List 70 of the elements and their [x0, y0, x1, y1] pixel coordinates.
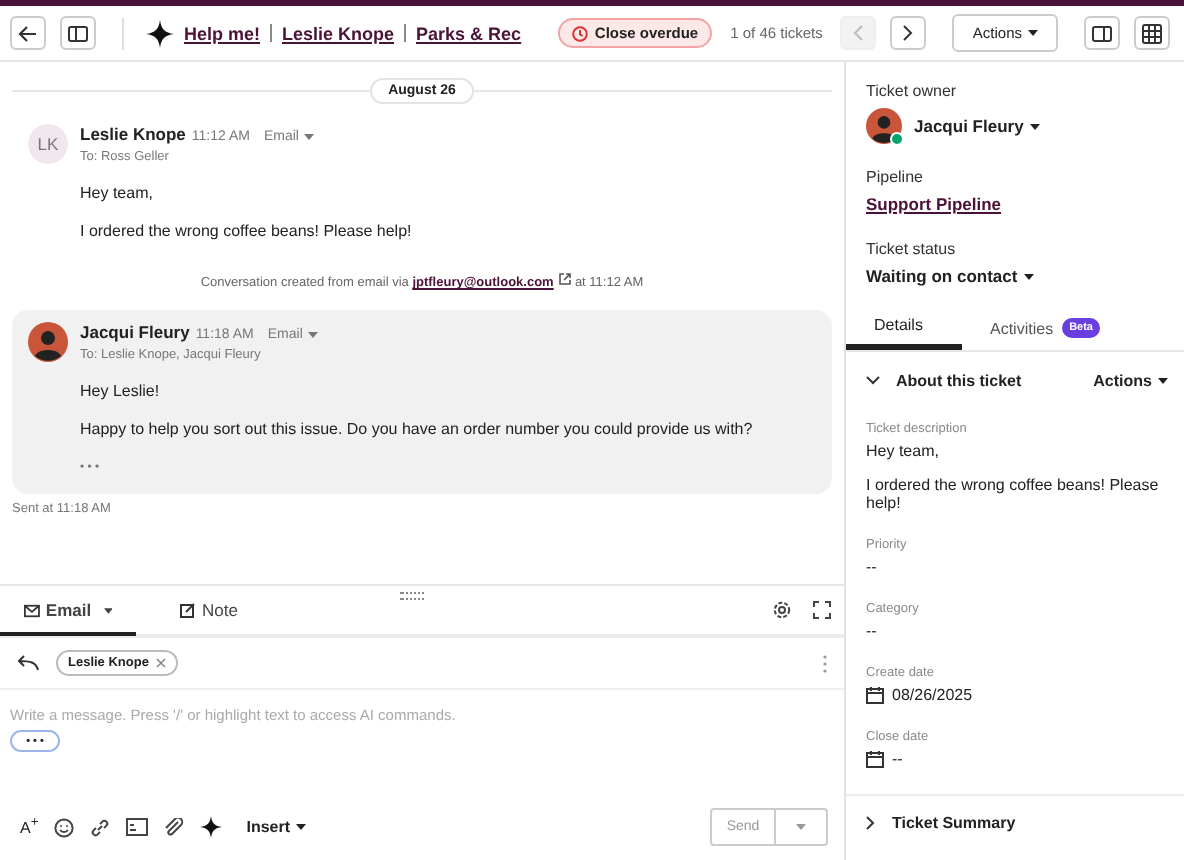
settings-icon[interactable] — [772, 600, 792, 620]
caret-icon — [796, 823, 806, 829]
field-value[interactable]: Hey team, — [866, 442, 1164, 460]
panel-toggle-button[interactable] — [1084, 16, 1120, 50]
calendar-icon — [866, 750, 884, 768]
reply-icon[interactable] — [16, 654, 40, 672]
message-text: Hey Leslie! — [80, 382, 162, 400]
sidebar-tab[interactable]: Details — [846, 306, 962, 350]
sparkle-icon — [146, 19, 174, 47]
expand-icon[interactable] — [812, 600, 832, 620]
field-value[interactable]: -- — [892, 750, 903, 768]
caret-icon — [1158, 378, 1168, 384]
grid-icon — [1142, 23, 1162, 43]
message-text: I ordered the wrong coffee beans! Please help! — [80, 222, 414, 240]
more-options-icon[interactable] — [822, 653, 828, 673]
sender-name: Jacqui Fleury — [80, 322, 190, 342]
field-value[interactable]: I ordered the wrong coffee beans! Please help! — [866, 476, 1164, 512]
breadcrumb-link[interactable]: Leslie Knope — [282, 23, 395, 43]
emoji-icon[interactable] — [54, 817, 75, 837]
chevron-left-icon — [852, 24, 865, 42]
attachment-icon[interactable] — [164, 817, 185, 837]
composer-tab[interactable]: Note — [156, 586, 262, 634]
caret-icon — [304, 134, 315, 140]
panel-icon — [68, 25, 88, 41]
caret-icon — [308, 332, 319, 338]
composer-tab[interactable]: Email — [0, 588, 136, 636]
section-title: About this ticket — [896, 372, 1022, 390]
section-title: Ticket Summary — [892, 814, 1016, 832]
field-value[interactable]: 08/26/2025 — [892, 686, 973, 704]
actions-dropdown[interactable]: Actions — [1093, 372, 1168, 390]
initials-avatar: LK — [28, 124, 68, 164]
message-text: Hey team, — [80, 184, 155, 202]
panel-icon — [1092, 25, 1112, 41]
image-icon[interactable] — [126, 818, 149, 836]
envelope-icon — [24, 603, 40, 617]
sender-name: Leslie Knope — [80, 124, 186, 144]
field-value[interactable]: -- — [866, 558, 1164, 576]
owner-dropdown[interactable]: Jacqui Fleury — [914, 116, 1040, 136]
sparkle-icon[interactable] — [200, 816, 223, 838]
chevron-down-icon[interactable] — [866, 376, 880, 386]
back-arrow-icon — [18, 23, 38, 43]
pipeline-link[interactable]: Support Pipeline — [866, 194, 1164, 214]
panel-toggle-button[interactable] — [60, 16, 96, 50]
link-icon[interactable] — [90, 817, 111, 837]
field-label: Ticket owner — [866, 82, 959, 100]
field-value[interactable]: -- — [866, 622, 1164, 640]
caret-icon — [1028, 30, 1038, 36]
chevron-right-icon — [902, 24, 915, 42]
calendar-icon — [866, 686, 884, 704]
next-button[interactable] — [890, 16, 927, 50]
status-dropdown[interactable]: Waiting on contact — [866, 266, 1034, 286]
message-text: Happy to help you sort out this issue. Do you have an order number you could provide us with? — [80, 420, 755, 438]
caret-icon — [1023, 274, 1034, 281]
breadcrumb-link[interactable]: Help me! — [184, 23, 261, 43]
chevron-right-icon[interactable] — [866, 816, 876, 830]
insert-dropdown[interactable]: Insert — [246, 818, 307, 836]
caret-icon — [1029, 124, 1040, 131]
avatar-icon — [28, 322, 68, 362]
external-link-icon[interactable] — [557, 272, 572, 286]
close-icon[interactable] — [156, 658, 167, 668]
caret-icon — [296, 824, 307, 830]
field-label: Ticket status — [866, 240, 958, 258]
field-label: Pipeline — [866, 168, 925, 186]
caret-icon — [103, 607, 112, 613]
back-button[interactable] — [10, 16, 46, 50]
avatar-icon — [866, 108, 902, 144]
text-format-button[interactable]: A$^{+}$ — [20, 816, 39, 838]
pencil-square-icon — [180, 602, 196, 618]
grid-button[interactable] — [1134, 16, 1170, 50]
breadcrumb-link[interactable]: Parks & Rec — [416, 23, 522, 43]
